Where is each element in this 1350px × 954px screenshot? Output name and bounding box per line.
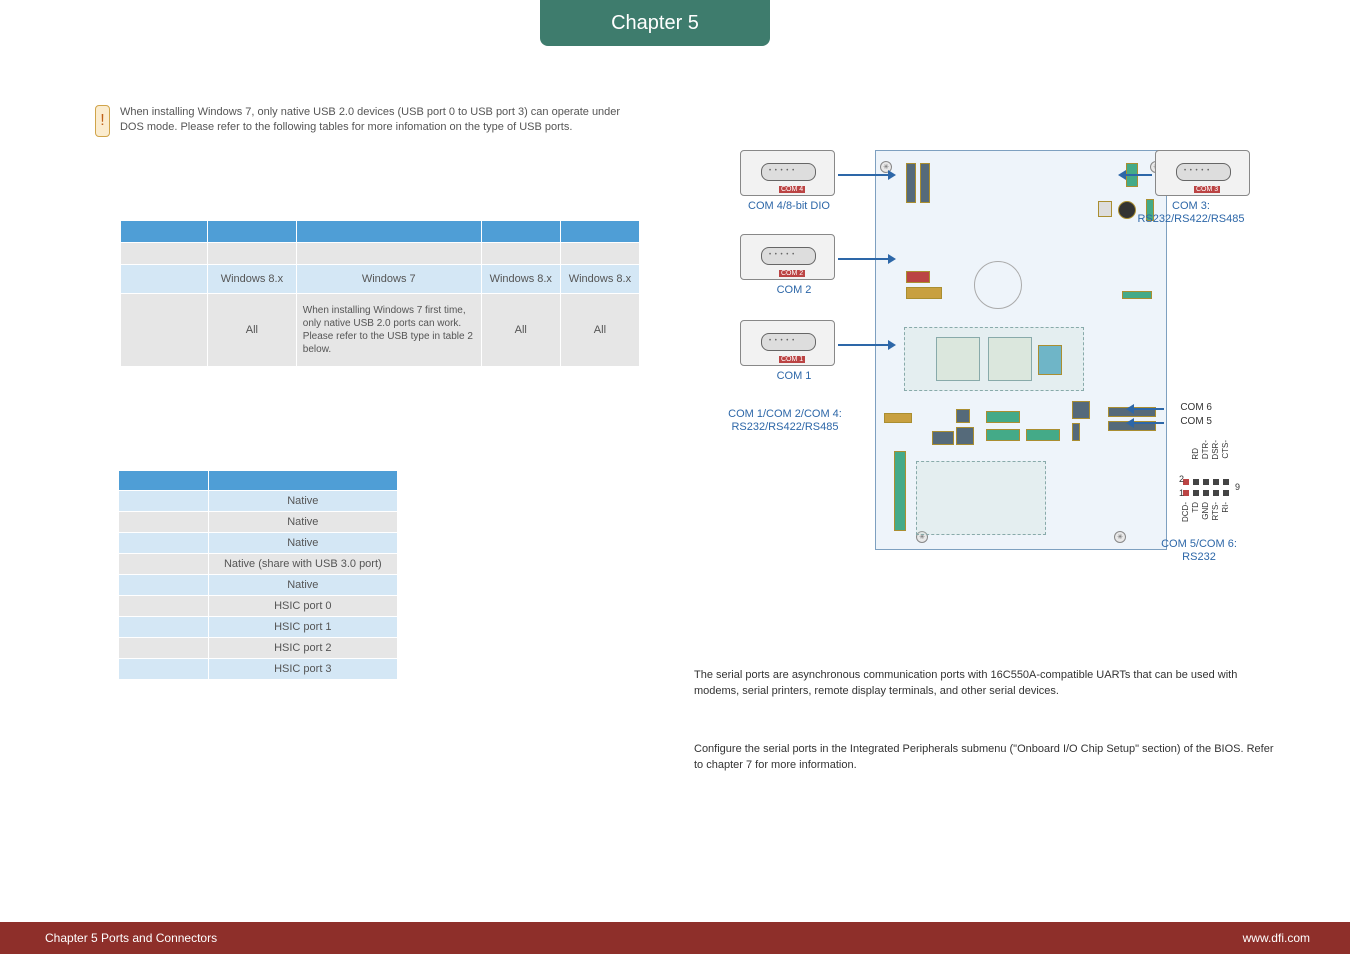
footer-left: Chapter 5 Ports and Connectors [45,931,217,945]
tbl1-r4c4: All [481,294,560,367]
chip-icon [1038,345,1062,375]
com6-label: COM 6 [1180,402,1212,413]
tbl1-r3c3: Windows 7 [296,265,481,294]
header-icon [906,163,916,203]
pin-label-cts: CTS- [1221,440,1230,459]
connector-icon [1122,291,1152,299]
chip-icon [936,337,980,381]
connector-icon [894,451,906,531]
warning-icon: ! [95,105,110,137]
com56-label: COM 5/COM 6: RS232 [1134,538,1264,563]
com124-title: COM 1/COM 2/COM 4: RS232/RS422/RS485 [700,408,870,433]
tbl1-r3c4: Windows 8.x [481,265,560,294]
t2r5: Native [208,575,397,596]
pin-2-label: 2 [1179,474,1184,484]
com1-label: COM 1 [764,370,824,383]
pin-9-label: 9 [1235,482,1240,492]
bios-config-paragraph: Configure the serial ports in the Integr… [694,742,1274,774]
header-icon [1072,423,1080,441]
t2r7: HSIC port 1 [208,617,397,638]
tbl1-r3c5: Windows 8.x [560,265,639,294]
arrow-icon [1134,408,1164,410]
pin-label-dtr: DTR- [1201,440,1210,459]
pin-label-rts: RTS- [1211,502,1220,521]
com3-label: COM 3: RS232/RS422/RS485 [1116,200,1266,225]
t2r8: HSIC port 2 [208,638,397,659]
circle-component-icon [974,261,1022,309]
connector-icon [986,411,1020,423]
arrow-icon [1126,174,1152,176]
tbl1-r4c2: All [208,294,297,367]
arrow-icon [838,344,888,346]
com3-line2: RS232/RS422/RS485 [1137,213,1244,225]
t2r4: Native (share with USB 3.0 port) [208,554,397,575]
t2r6: HSIC port 0 [208,596,397,617]
header-icon [932,431,954,445]
tbl1-r4c3: When installing Windows 7 first time, on… [296,294,481,367]
arrow-icon [1134,422,1164,424]
tbl1-r3c2: Windows 8.x [208,265,297,294]
com4-label: COM 4/8-bit DIO [734,200,844,213]
com5-label: COM 5 [1180,416,1212,427]
footer-right: www.dfi.com [1243,931,1310,945]
arrow-icon [838,174,888,176]
com56-line1: COM 5/COM 6: [1161,538,1237,550]
t2r2: Native [208,512,397,533]
usb-os-table: Windows 8.x Windows 7 Windows 8.x Window… [120,220,640,367]
header-icon [956,409,970,423]
t2r9: HSIC port 3 [208,659,397,680]
com2-label: COM 2 [764,284,824,297]
arrow-icon [838,258,888,260]
connector-icon [1098,201,1112,217]
usb-type-table: Native Native Native Native (share with … [118,470,398,680]
chip-icon [988,337,1032,381]
pin-label-td: TD [1191,502,1200,513]
screw-icon: ✳ [1114,531,1126,543]
com4-port-icon: • • • • • COM 4 [740,150,835,196]
com124-title-line2: RS232/RS422/RS485 [731,421,838,433]
pin-header-diagram [1182,478,1230,497]
tbl1-r4c5: All [560,294,639,367]
install-note: ! When installing Windows 7, only native… [95,105,635,137]
pin-label-dsr: DSR- [1211,440,1220,460]
connector-icon [1026,429,1060,441]
connector-icon [906,287,942,299]
header-icon [1072,401,1090,419]
connector-icon [906,271,930,283]
header-icon [956,427,974,445]
com2-port-icon: • • • • • COM 2 [740,234,835,280]
install-note-text: When installing Windows 7, only native U… [120,105,635,135]
pin-1-label: 1 [1179,488,1184,498]
serial-ports-paragraph: The serial ports are asynchronous commun… [694,668,1274,700]
header-icon [920,163,930,203]
board-diagram: ✳ ✳ ✳ ✳ [700,130,1260,620]
com3-port-icon: • • • • • COM 3 [1155,150,1250,196]
pin-label-gnd: GND [1201,502,1210,520]
com3-line1: COM 3: [1172,200,1210,212]
connector-icon [884,413,912,423]
t2r3: Native [208,533,397,554]
pin-label-dcd: DCD- [1181,502,1190,522]
socket-outline-icon [916,461,1046,535]
com56-line2: RS232 [1182,551,1216,563]
pin-label-ri: RI- [1221,502,1230,513]
pin-label-rd: RD [1191,448,1200,460]
t2r1: Native [208,491,397,512]
com1-port-icon: • • • • • COM 1 [740,320,835,366]
com124-title-line1: COM 1/COM 2/COM 4: [728,408,842,420]
chapter-tab: Chapter 5 [540,0,770,46]
connector-icon [986,429,1020,441]
page-footer: Chapter 5 Ports and Connectors www.dfi.c… [0,922,1350,954]
